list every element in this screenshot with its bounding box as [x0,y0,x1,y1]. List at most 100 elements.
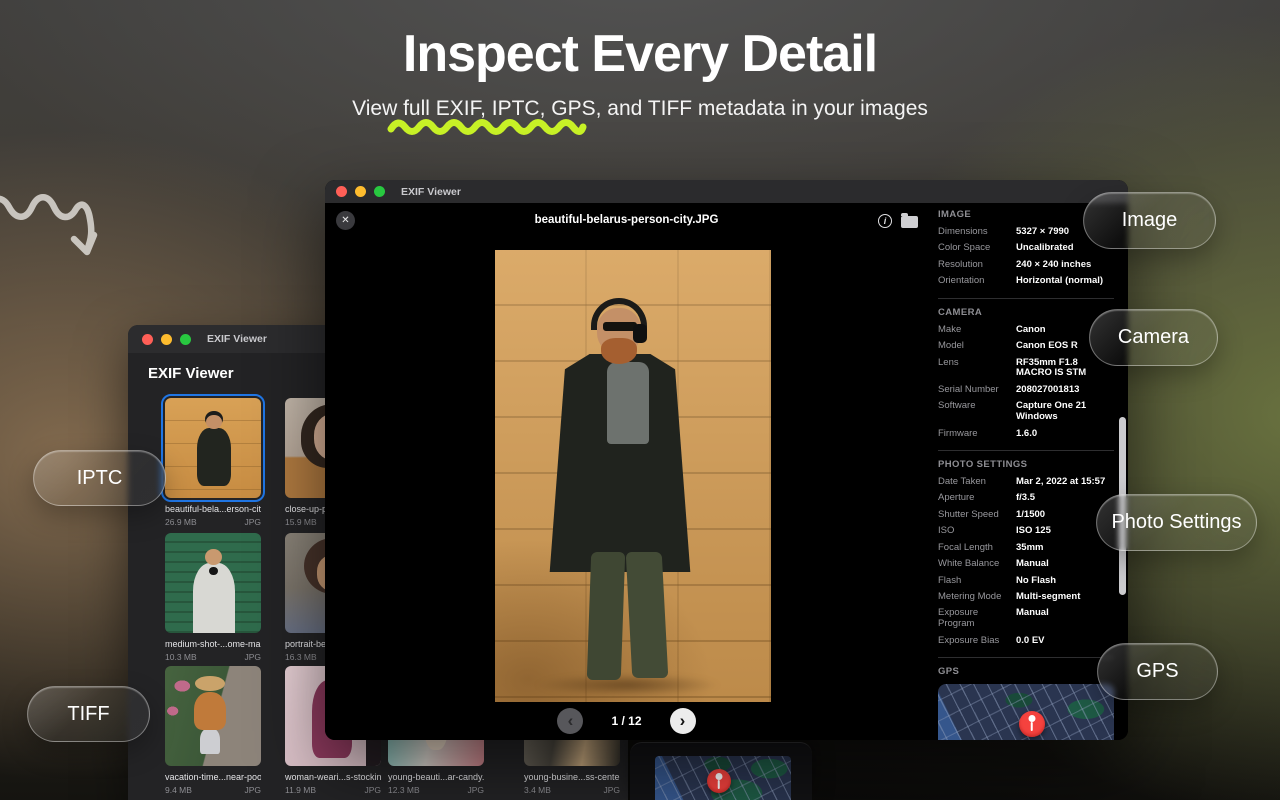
metadata-label: Color Space [938,243,1016,254]
metadata-row: Firmware 1.6.0 [938,429,1114,440]
next-photo-button[interactable]: › [670,708,696,734]
thumbnail-filetype-badge: JPG [244,517,261,527]
thumbnail-filename: vacation-time...near-pool.JPG [165,772,261,782]
thumbnail-image[interactable] [165,666,261,766]
metadata-row: Flash No Flash [938,576,1114,587]
gps-map: Central Park [938,684,1114,740]
photo-figure-part [587,552,625,680]
thumbnail-item[interactable]: medium-shot-...ome-man.JPG 10.3 MB JPG [165,533,261,662]
viewer-titlebar: EXIF Viewer [325,180,1128,203]
metadata-label: Exposure Bias [938,636,1016,647]
current-filename: beautiful-belarus-person-city.JPG [325,214,928,226]
image-viewer: ✕ beautiful-belarus-person-city.JPG i [325,203,928,740]
thumbnail-filesize: 26.9 MB [165,517,197,527]
thumbnail-filename: woman-weari...s-stocking.JPG [285,772,381,782]
thumbnail-filesize: 11.9 MB [285,785,316,795]
metadata-label: Exposure Program [938,608,1016,630]
thumbnail-item[interactable]: beautiful-bela...erson-city.JPG 26.9 MB … [165,398,261,527]
metadata-label: White Balance [938,559,1016,570]
metadata-label: Software [938,401,1016,423]
photo-figure-part [626,552,669,678]
metadata-row: ISO ISO 125 [938,526,1114,537]
thumbnail-filesize: 16.3 MB [285,652,317,662]
metadata-label: Serial Number [938,385,1016,396]
metadata-value: 35mm [1016,543,1114,554]
pill-image[interactable]: Image [1083,192,1216,249]
thumbnail-meta: 10.3 MB JPG [165,652,261,662]
metadata-value: Capture One 21 Windows [1016,401,1114,423]
hero-title: Inspect Every Detail [0,24,1280,84]
thumbnail-meta: 26.9 MB JPG [165,517,261,527]
metadata-row: Serial Number 208027001813 [938,385,1114,396]
thumbnail-filetype-badge: JPG [364,785,381,795]
thumbnail-filename: medium-shot-...ome-man.JPG [165,639,261,649]
metadata-row: Software Capture One 21 Windows [938,401,1114,423]
metadata-row: Resolution 240 × 240 inches [938,260,1114,271]
metadata-row: Color Space Uncalibrated [938,243,1114,254]
metadata-value: 0.0 EV [1016,636,1114,647]
thumbnail-image[interactable] [165,533,261,633]
photo-figure-part [633,324,647,343]
thumbnail-filetype-badge: JPG [603,785,620,795]
thumbnail-meta: 3.4 MB JPG [524,785,620,795]
photo-figure-part [535,674,720,696]
previous-photo-button[interactable]: ‹ [557,708,583,734]
metadata-row: Exposure Bias 0.0 EV [938,636,1114,647]
folder-icon[interactable] [901,216,918,228]
gps-map-preview [655,756,791,800]
metadata-value: Multi-segment [1016,592,1114,603]
viewer-window: EXIF Viewer ✕ beautiful-belarus-person-c… [325,180,1128,740]
section-header: CAMERA [938,307,1114,318]
metadata-row: Shutter Speed 1/1500 [938,510,1114,521]
pill-gps[interactable]: GPS [1097,643,1218,700]
metadata-label: Date Taken [938,477,1016,488]
thumbnail-filename: beautiful-bela...erson-city.JPG [165,504,261,514]
metadata-label: Shutter Speed [938,510,1016,521]
photo-figure-part [601,338,637,364]
thumbnail-item[interactable]: vacation-time...near-pool.JPG 9.4 MB JPG [165,666,261,795]
minimize-traffic-light[interactable] [355,186,366,197]
pill-iptc[interactable]: IPTC [33,450,166,506]
thumbnail-image[interactable] [165,398,261,498]
metadata-label: Dimensions [938,227,1016,238]
metadata-row: Focal Length 35mm [938,543,1114,554]
pill-photo-settings[interactable]: Photo Settings [1096,494,1257,551]
thumbnail-filetype-badge: JPG [244,785,261,795]
location-pin-icon [707,769,731,793]
metadata-label: Focal Length [938,543,1016,554]
thumbnail-filetype-badge: JPG [244,652,261,662]
metadata-row: Orientation Horizontal (normal) [938,276,1114,287]
metadata-label: Resolution [938,260,1016,271]
metadata-section-camera: CAMERA Make Canon Model Canon EOS R [938,299,1114,451]
viewer-toolbar: ✕ beautiful-belarus-person-city.JPG i [325,203,928,239]
metadata-value: Mar 2, 2022 at 15:57 [1016,477,1114,488]
metadata-row: Date Taken Mar 2, 2022 at 15:57 [938,477,1114,488]
thumbnail-filesize: 15.9 MB [285,517,317,527]
zoom-traffic-light[interactable] [374,186,385,197]
metadata-label: Model [938,341,1016,352]
metadata-row: Exposure Program Manual [938,608,1114,630]
hero-subtitle: View full EXIF, IPTC, GPS, and TIFF meta… [0,97,1280,121]
metadata-row: Metering Mode Multi-segment [938,592,1114,603]
thumbnail-filetype-badge: JPG [467,785,484,795]
viewer-window-title: EXIF Viewer [401,186,461,198]
metadata-label: Flash [938,576,1016,587]
close-traffic-light[interactable] [336,186,347,197]
section-header: PHOTO SETTINGS [938,459,1114,470]
main-photo [495,250,771,702]
section-header: GPS [938,666,1114,677]
thumbnail-filesize: 12.3 MB [388,785,420,795]
metadata-label: Make [938,325,1016,336]
pagination: ‹ 1 / 12 › [325,708,928,734]
viewer-content: ✕ beautiful-belarus-person-city.JPG i [325,203,1128,740]
thumbnail-filesize: 9.4 MB [165,785,192,795]
thumbnail-meta: 9.4 MB JPG [165,785,261,795]
info-icon[interactable]: i [878,214,892,228]
metadata-label: Aperture [938,493,1016,504]
pill-camera[interactable]: Camera [1089,309,1218,366]
metadata-section-gps: GPS Central Park [938,658,1114,740]
arrow-squiggle-decoration [0,182,123,277]
metadata-row: Aperture f/3.5 [938,493,1114,504]
pill-tiff[interactable]: TIFF [27,686,150,742]
metadata-value: f/3.5 [1016,493,1114,504]
